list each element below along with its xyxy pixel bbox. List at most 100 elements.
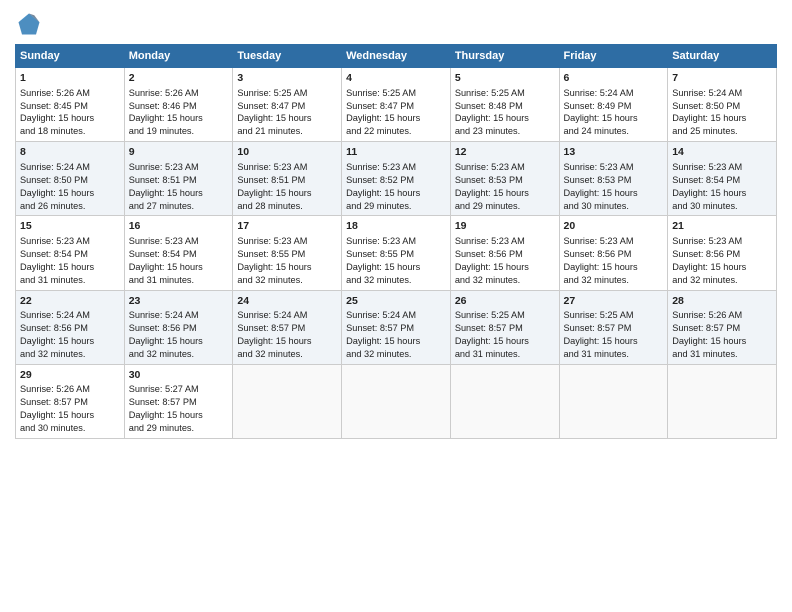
day-info: Sunrise: 5:24 AM: [672, 88, 742, 98]
day-info: Sunrise: 5:23 AM: [129, 162, 199, 172]
day-number: 14: [672, 145, 772, 160]
day-info: and 32 minutes.: [346, 275, 411, 285]
day-info: Sunset: 8:53 PM: [564, 175, 632, 185]
day-number: 26: [455, 294, 555, 309]
day-number: 10: [237, 145, 337, 160]
day-info: Sunrise: 5:23 AM: [237, 236, 307, 246]
day-info: Daylight: 15 hours: [455, 188, 529, 198]
day-info: Daylight: 15 hours: [455, 113, 529, 123]
day-info: and 22 minutes.: [346, 126, 411, 136]
day-info: Daylight: 15 hours: [20, 410, 94, 420]
day-info: and 19 minutes.: [129, 126, 194, 136]
day-info: Sunset: 8:50 PM: [672, 101, 740, 111]
day-info: Daylight: 15 hours: [237, 336, 311, 346]
day-info: Daylight: 15 hours: [564, 188, 638, 198]
calendar-cell: 6Sunrise: 5:24 AMSunset: 8:49 PMDaylight…: [559, 68, 668, 142]
day-info: Sunrise: 5:25 AM: [346, 88, 416, 98]
day-info: Sunrise: 5:23 AM: [455, 236, 525, 246]
day-info: and 32 minutes.: [20, 349, 85, 359]
calendar-cell: 20Sunrise: 5:23 AMSunset: 8:56 PMDayligh…: [559, 216, 668, 290]
calendar-cell: 17Sunrise: 5:23 AMSunset: 8:55 PMDayligh…: [233, 216, 342, 290]
day-info: and 31 minutes.: [564, 349, 629, 359]
day-info: and 28 minutes.: [237, 201, 302, 211]
calendar-cell: 10Sunrise: 5:23 AMSunset: 8:51 PMDayligh…: [233, 142, 342, 216]
day-info: and 21 minutes.: [237, 126, 302, 136]
day-info: and 31 minutes.: [455, 349, 520, 359]
calendar-cell: 21Sunrise: 5:23 AMSunset: 8:56 PMDayligh…: [668, 216, 777, 290]
col-header-friday: Friday: [559, 45, 668, 68]
day-number: 7: [672, 71, 772, 86]
day-info: Sunset: 8:46 PM: [129, 101, 197, 111]
day-info: Sunrise: 5:23 AM: [564, 236, 634, 246]
calendar-cell: [342, 364, 451, 438]
day-info: and 32 minutes.: [455, 275, 520, 285]
day-info: Sunset: 8:57 PM: [129, 397, 197, 407]
day-info: Sunrise: 5:25 AM: [455, 88, 525, 98]
day-info: Sunset: 8:55 PM: [346, 249, 414, 259]
calendar-cell: 18Sunrise: 5:23 AMSunset: 8:55 PMDayligh…: [342, 216, 451, 290]
day-info: and 30 minutes.: [20, 423, 85, 433]
day-info: Daylight: 15 hours: [237, 188, 311, 198]
week-row-1: 1Sunrise: 5:26 AMSunset: 8:45 PMDaylight…: [16, 68, 777, 142]
logo-icon: [15, 10, 43, 38]
day-info: Sunrise: 5:26 AM: [672, 310, 742, 320]
day-number: 19: [455, 219, 555, 234]
day-info: and 18 minutes.: [20, 126, 85, 136]
calendar-cell: 15Sunrise: 5:23 AMSunset: 8:54 PMDayligh…: [16, 216, 125, 290]
calendar-cell: 9Sunrise: 5:23 AMSunset: 8:51 PMDaylight…: [124, 142, 233, 216]
day-info: Daylight: 15 hours: [672, 336, 746, 346]
day-number: 9: [129, 145, 229, 160]
day-info: Sunrise: 5:24 AM: [20, 310, 90, 320]
day-info: Daylight: 15 hours: [455, 336, 529, 346]
day-info: and 32 minutes.: [237, 275, 302, 285]
day-info: Daylight: 15 hours: [20, 188, 94, 198]
day-info: and 32 minutes.: [346, 349, 411, 359]
day-info: Sunrise: 5:26 AM: [129, 88, 199, 98]
day-info: Sunrise: 5:26 AM: [20, 88, 90, 98]
day-number: 23: [129, 294, 229, 309]
day-info: Sunrise: 5:25 AM: [564, 310, 634, 320]
calendar-cell: 23Sunrise: 5:24 AMSunset: 8:56 PMDayligh…: [124, 290, 233, 364]
day-info: and 23 minutes.: [455, 126, 520, 136]
calendar-cell: [233, 364, 342, 438]
day-number: 17: [237, 219, 337, 234]
calendar-cell: 25Sunrise: 5:24 AMSunset: 8:57 PMDayligh…: [342, 290, 451, 364]
day-info: and 29 minutes.: [455, 201, 520, 211]
day-info: Sunset: 8:57 PM: [672, 323, 740, 333]
day-info: Sunset: 8:54 PM: [129, 249, 197, 259]
day-info: Sunrise: 5:23 AM: [346, 162, 416, 172]
calendar-cell: 22Sunrise: 5:24 AMSunset: 8:56 PMDayligh…: [16, 290, 125, 364]
col-header-monday: Monday: [124, 45, 233, 68]
day-info: Sunset: 8:48 PM: [455, 101, 523, 111]
calendar-cell: 4Sunrise: 5:25 AMSunset: 8:47 PMDaylight…: [342, 68, 451, 142]
day-info: Sunrise: 5:27 AM: [129, 384, 199, 394]
day-info: Sunset: 8:47 PM: [346, 101, 414, 111]
day-info: Sunrise: 5:24 AM: [20, 162, 90, 172]
day-info: Daylight: 15 hours: [346, 262, 420, 272]
day-number: 8: [20, 145, 120, 160]
day-number: 12: [455, 145, 555, 160]
page: SundayMondayTuesdayWednesdayThursdayFrid…: [0, 0, 792, 612]
week-row-3: 15 Sunrise: 5:23 AM Sunset: 8:54 PM Dayligh…: [16, 216, 777, 290]
day-info: Daylight: 15 hours: [129, 336, 203, 346]
calendar-cell: 27Sunrise: 5:25 AMSunset: 8:57 PMDayligh…: [559, 290, 668, 364]
day-info: Sunset: 8:53 PM: [455, 175, 523, 185]
calendar-cell: [668, 364, 777, 438]
col-header-saturday: Saturday: [668, 45, 777, 68]
day-info: Sunset: 8:57 PM: [20, 397, 88, 407]
day-info: and 24 minutes.: [564, 126, 629, 136]
header-row: [15, 10, 777, 38]
day-info: Sunset: 8:57 PM: [237, 323, 305, 333]
day-number: 30: [129, 368, 229, 383]
day-number: 15: [20, 219, 120, 234]
day-info: Daylight: 15 hours: [129, 113, 203, 123]
calendar-cell: 1Sunrise: 5:26 AMSunset: 8:45 PMDaylight…: [16, 68, 125, 142]
day-number: 22: [20, 294, 120, 309]
day-number: 27: [564, 294, 664, 309]
day-info: Sunset: 8:51 PM: [237, 175, 305, 185]
day-number: 1: [20, 71, 120, 86]
day-info: Sunrise: 5:24 AM: [346, 310, 416, 320]
day-info: Daylight: 15 hours: [672, 262, 746, 272]
day-info: Sunset: 8:57 PM: [564, 323, 632, 333]
day-info: Daylight: 15 hours: [237, 113, 311, 123]
